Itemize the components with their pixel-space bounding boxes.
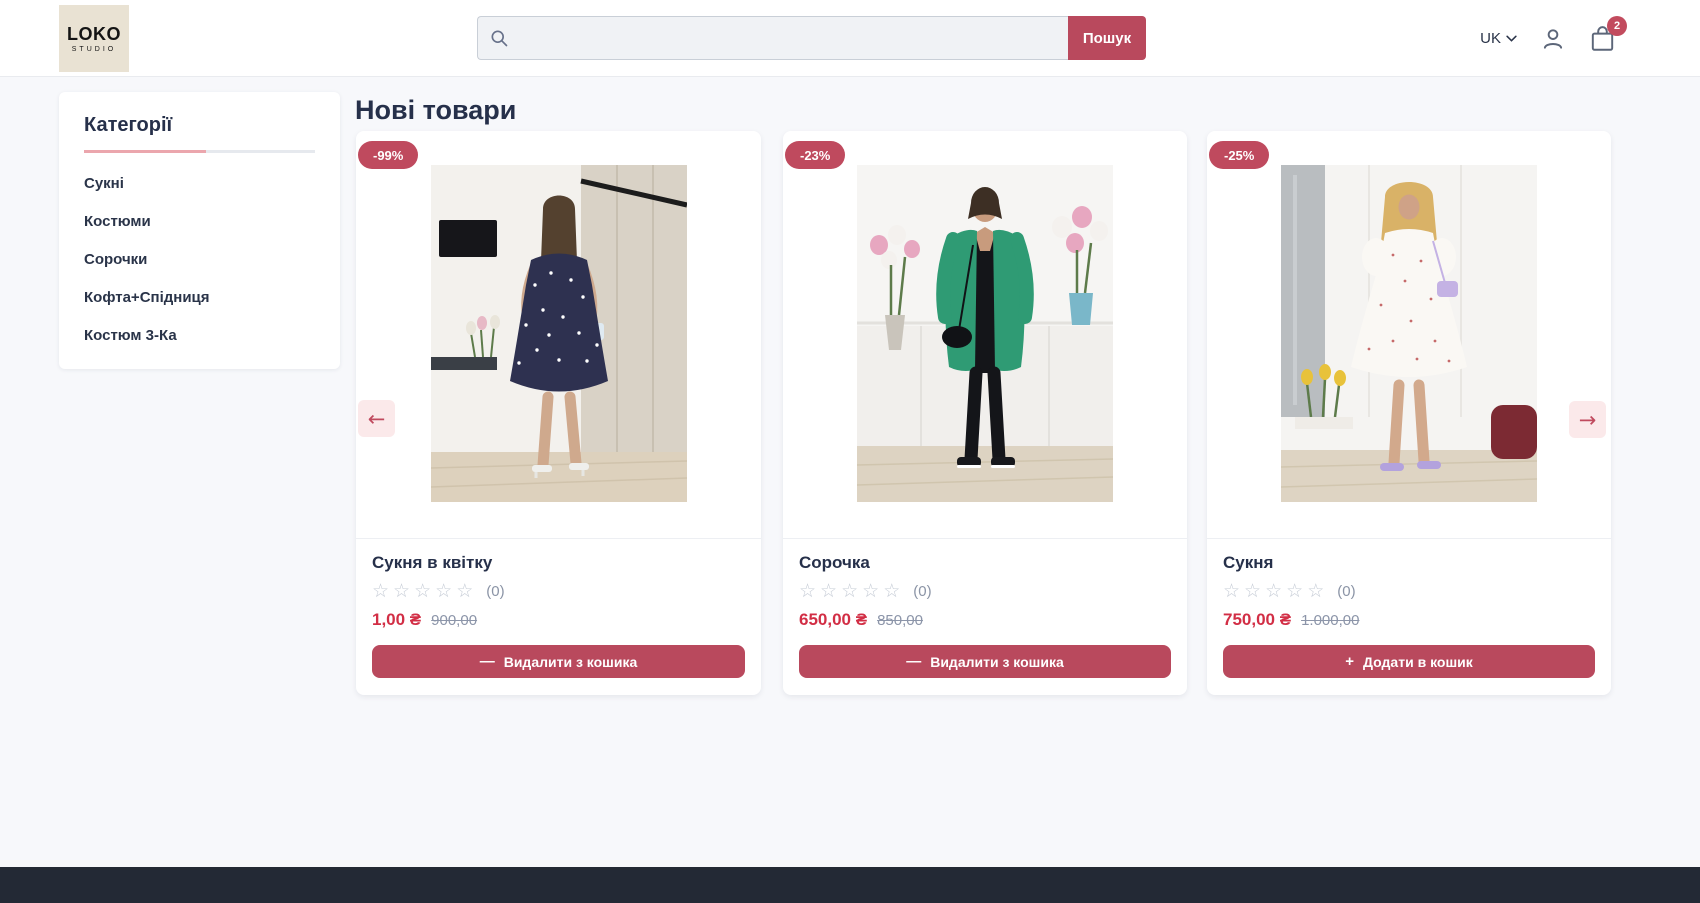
product-card: -23% [783, 131, 1187, 695]
logo-title: LOKO [67, 25, 121, 43]
cart-button-label: Видалити з кошика [930, 654, 1064, 670]
star-icon: ☆ [435, 581, 456, 602]
user-icon [1540, 26, 1566, 52]
product-name[interactable]: Сорочка [799, 553, 1171, 573]
discount-badge: -99% [358, 141, 418, 169]
discount-badge: -23% [785, 141, 845, 169]
category-list: Сукні Костюми Сорочки Кофта+Спідниця Кос… [84, 175, 315, 345]
carousel-prev-button[interactable]: ← [358, 400, 395, 437]
categories-panel: Категорії Сукні Костюми Сорочки Кофта+Сп… [59, 92, 340, 369]
star-icon: ☆ [883, 581, 904, 602]
star-rating-icons[interactable]: ☆☆☆☆☆ [799, 582, 904, 601]
page-title: Нові товари [355, 95, 516, 126]
product-info: Сорочка ☆☆☆☆☆ (0) 650,00 ₴ 850,00 — Вида… [783, 538, 1187, 695]
add-to-cart-button[interactable]: + Додати в кошик [1223, 645, 1595, 678]
cart-button-label: Видалити з кошика [504, 654, 638, 670]
discount-badge: -25% [1209, 141, 1269, 169]
arrow-left-icon: ← [368, 407, 386, 431]
account-button[interactable] [1540, 26, 1566, 52]
old-price: 850,00 [877, 612, 923, 629]
product-name[interactable]: Сукня в квітку [372, 553, 745, 573]
search-input-wrap [477, 16, 1068, 60]
search-bar: Пошук [477, 16, 1146, 60]
cart-button-label: Додати в кошик [1363, 654, 1473, 670]
star-icon: ☆ [456, 581, 477, 602]
search-input[interactable] [509, 30, 1068, 47]
product-card: -25% [1207, 131, 1611, 695]
remove-from-cart-button[interactable]: — Видалити з кошика [799, 645, 1171, 678]
rating-count: (0) [486, 583, 504, 600]
product-photo[interactable] [1281, 165, 1537, 502]
language-label: UK [1480, 30, 1501, 47]
price-row: 1,00 ₴ 900,00 [372, 610, 745, 630]
star-icon: ☆ [1223, 581, 1244, 602]
footer [0, 867, 1700, 903]
logo-subtitle: STUDIO [72, 46, 116, 53]
price-row: 750,00 ₴ 1.000,00 [1223, 610, 1595, 630]
remove-from-cart-button[interactable]: — Видалити з кошика [372, 645, 745, 678]
product-card: -99% [356, 131, 761, 695]
header-actions: UK 2 [1480, 0, 1616, 77]
product-photo[interactable] [431, 165, 687, 502]
minus-icon: — [480, 654, 495, 669]
minus-icon: — [906, 654, 921, 669]
cart-count-badge: 2 [1607, 16, 1627, 36]
star-icon: ☆ [841, 581, 862, 602]
star-rating-icons[interactable]: ☆☆☆☆☆ [372, 582, 477, 601]
page: LOKO STUDIO Пошук UK [0, 0, 1700, 903]
product-photo-illustration [1281, 165, 1537, 502]
language-selector[interactable]: UK [1480, 30, 1517, 47]
star-icon: ☆ [862, 581, 883, 602]
header: LOKO STUDIO Пошук UK [0, 0, 1700, 77]
rating-count: (0) [1337, 583, 1355, 600]
brand-logo[interactable]: LOKO STUDIO [59, 5, 129, 72]
carousel-next-button[interactable]: → [1569, 401, 1606, 438]
product-photo[interactable] [857, 165, 1113, 502]
star-icon: ☆ [799, 581, 820, 602]
product-name[interactable]: Сукня [1223, 553, 1595, 573]
sidebar-item-kostyumy[interactable]: Костюми [84, 213, 315, 231]
sidebar-item-sukni[interactable]: Сукні [84, 175, 315, 193]
title-underline [84, 150, 315, 153]
product-photo-illustration [857, 165, 1113, 502]
old-price: 900,00 [431, 612, 477, 629]
sidebar-item-kofta-spidnytsya[interactable]: Кофта+Спідниця [84, 289, 315, 307]
sidebar-item-sorochky[interactable]: Сорочки [84, 251, 315, 269]
search-button[interactable]: Пошук [1068, 16, 1146, 60]
star-icon: ☆ [414, 581, 435, 602]
star-rating-icons[interactable]: ☆☆☆☆☆ [1223, 582, 1328, 601]
product-rating: ☆☆☆☆☆ (0) [1223, 582, 1595, 601]
cart-button[interactable]: 2 [1589, 25, 1616, 53]
price-row: 650,00 ₴ 850,00 [799, 610, 1171, 630]
categories-title: Категорії [84, 114, 315, 137]
product-info: Сукня ☆☆☆☆☆ (0) 750,00 ₴ 1.000,00 + Дода… [1207, 538, 1611, 695]
arrow-right-icon: → [1579, 408, 1597, 432]
star-icon: ☆ [1307, 581, 1328, 602]
product-info: Сукня в квітку ☆☆☆☆☆ (0) 1,00 ₴ 900,00 —… [356, 538, 761, 695]
star-icon: ☆ [820, 581, 841, 602]
current-price: 650,00 ₴ [799, 610, 867, 630]
current-price: 750,00 ₴ [1223, 610, 1291, 630]
product-rating: ☆☆☆☆☆ (0) [372, 582, 745, 601]
sidebar-item-kostyum-3ka[interactable]: Костюм 3-Ка [84, 327, 315, 345]
search-icon [489, 28, 509, 48]
rating-count: (0) [913, 583, 931, 600]
chevron-down-icon [1506, 35, 1517, 42]
product-photo-illustration [431, 165, 687, 502]
current-price: 1,00 ₴ [372, 610, 421, 630]
plus-icon: + [1345, 654, 1354, 669]
star-icon: ☆ [372, 581, 393, 602]
star-icon: ☆ [1244, 581, 1265, 602]
star-icon: ☆ [1286, 581, 1307, 602]
star-icon: ☆ [393, 581, 414, 602]
old-price: 1.000,00 [1301, 612, 1359, 629]
product-rating: ☆☆☆☆☆ (0) [799, 582, 1171, 601]
star-icon: ☆ [1265, 581, 1286, 602]
